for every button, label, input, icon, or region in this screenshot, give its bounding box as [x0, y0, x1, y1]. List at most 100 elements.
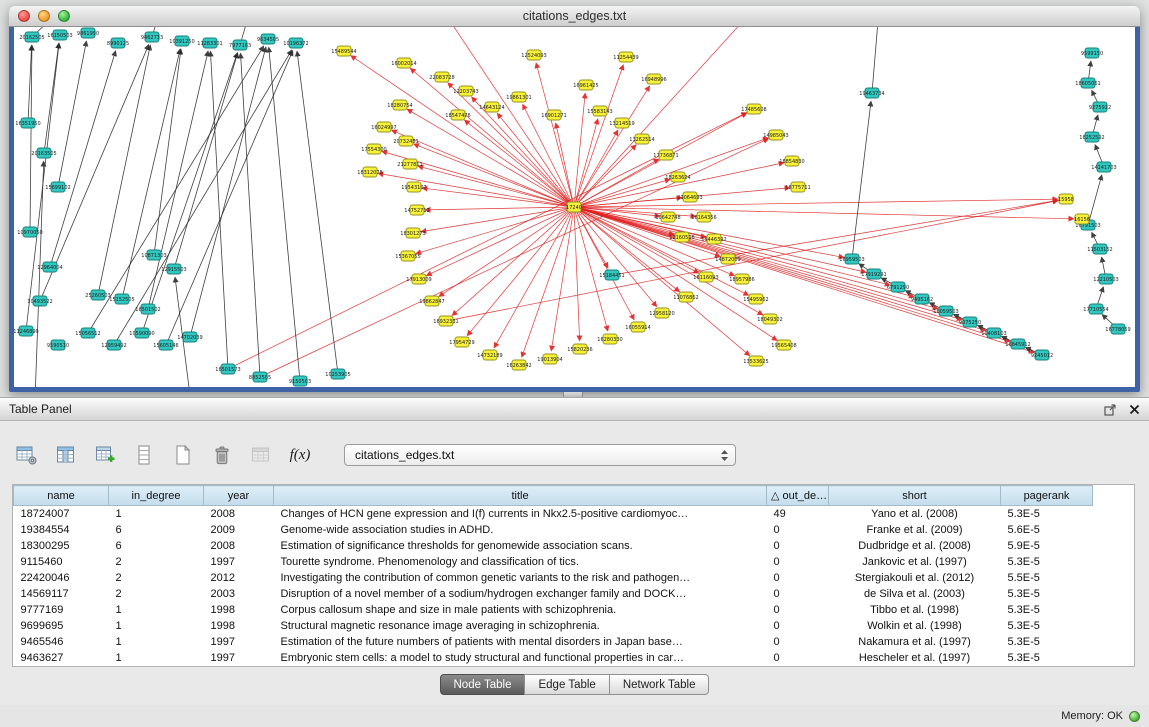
graph-node[interactable]: 16854830	[779, 156, 804, 166]
graph-node[interactable]: 9150503	[289, 376, 311, 386]
graph-node[interactable]: 16059503	[933, 306, 958, 316]
cell-out_degree[interactable]: 0	[767, 618, 829, 634]
graph-node[interactable]: 18547476	[445, 110, 470, 120]
cell-year[interactable]: 1998	[204, 602, 274, 618]
graph-node[interactable]: 12210503	[1093, 274, 1118, 284]
graph-node[interactable]: 9590510	[47, 340, 69, 350]
cell-out_degree[interactable]: 0	[767, 538, 829, 554]
cell-title[interactable]: Structural magnetic resonance image aver…	[274, 618, 767, 634]
graph-node[interactable]: 17913009	[406, 274, 431, 284]
graph-node[interactable]: 16164356	[691, 212, 716, 222]
table-row[interactable]: 1938455462009Genome-wide association stu…	[14, 522, 1093, 538]
function-builder-button[interactable]: f(x)	[287, 442, 313, 468]
graph-node[interactable]: 17485608	[741, 104, 766, 114]
graph-node[interactable]: 15184451	[599, 270, 624, 280]
cell-in_degree[interactable]: 1	[109, 602, 204, 618]
graph-node[interactable]: 13262514	[629, 134, 654, 144]
graph-node[interactable]: 16351950	[15, 118, 40, 128]
graph-node[interactable]: 11076862	[673, 292, 698, 302]
zoom-window-button[interactable]	[58, 10, 70, 22]
cell-short[interactable]: Nakamura et al. (1997)	[829, 634, 1001, 650]
row-details-button[interactable]	[131, 442, 157, 468]
graph-node[interactable]: 6791290	[887, 282, 909, 292]
cell-short[interactable]: Franke et al. (2009)	[829, 522, 1001, 538]
graph-node[interactable]: 16932331	[433, 316, 458, 326]
graph-node[interactable]: 16263842	[506, 360, 531, 370]
attribute-table[interactable]: namein_degreeyeartitle△ out_de…shortpage…	[12, 484, 1135, 667]
graph-node[interactable]: 14752712	[404, 205, 429, 215]
close-panel-icon[interactable]	[1129, 404, 1140, 415]
cell-out_degree[interactable]: 0	[767, 554, 829, 570]
graph-node[interactable]: 19565408	[771, 340, 796, 350]
graph-node[interactable]: 25260503	[85, 290, 110, 300]
cell-name[interactable]: 9465546	[14, 634, 109, 650]
cell-year[interactable]: 1998	[204, 618, 274, 634]
cell-name[interactable]: 18300295	[14, 538, 109, 554]
graph-node[interactable]: 14702039	[177, 332, 202, 342]
graph-node[interactable]: 16501573	[215, 364, 240, 374]
table-row[interactable]: 1872400712008Changes of HCN gene express…	[14, 506, 1093, 523]
graph-node[interactable]: 15605146	[153, 340, 178, 350]
graph-node[interactable]: 19013904	[537, 354, 562, 364]
table-row[interactable]: 911546021997Tourette syndrome. Phenomeno…	[14, 554, 1093, 570]
graph-node[interactable]: 12524093	[521, 50, 546, 60]
graph-node[interactable]: 21277811	[397, 159, 422, 169]
cell-name[interactable]: 19384554	[14, 522, 109, 538]
graph-node[interactable]: 9462733	[141, 32, 163, 42]
graph-node[interactable]: 17710554	[1083, 304, 1108, 314]
graph-node[interactable]: 18280754	[387, 100, 412, 110]
graph-node[interactable]: 12964004	[37, 262, 62, 272]
table-row[interactable]: 969969511998Structural magnetic resonanc…	[14, 618, 1093, 634]
cell-in_degree[interactable]: 1	[109, 634, 204, 650]
graph-node[interactable]: 11503152	[1087, 244, 1112, 254]
minimize-window-button[interactable]	[38, 10, 50, 22]
tab-node-table[interactable]: Node Table	[440, 674, 526, 695]
cell-out_degree[interactable]: 0	[767, 602, 829, 618]
graph-node[interactable]: 9599150	[1081, 48, 1103, 58]
cell-pagerank[interactable]: 5.3E-5	[1001, 650, 1093, 666]
cell-in_degree[interactable]: 6	[109, 522, 204, 538]
graph-node[interactable]: 16156	[1074, 214, 1090, 224]
graph-node[interactable]: 18775711	[785, 182, 810, 192]
graph-node[interactable]: 15699102	[45, 182, 70, 192]
cell-name[interactable]: 9115460	[14, 554, 109, 570]
cell-title[interactable]: Corpus callosum shape and size in male p…	[274, 602, 767, 618]
graph-node[interactable]: 10970050	[17, 227, 42, 237]
graph-node[interactable]: 18049302	[757, 314, 782, 324]
column-header-title[interactable]: title	[274, 486, 767, 506]
column-header-name[interactable]: name	[14, 486, 109, 506]
graph-node[interactable]: 16252592	[1079, 132, 1104, 142]
cell-title[interactable]: Investigating the contribution of common…	[274, 570, 767, 586]
graph-node[interactable]: 19543107	[401, 182, 426, 192]
cell-short[interactable]: Wolkin et al. (1998)	[829, 618, 1001, 634]
cell-pagerank[interactable]: 5.9E-5	[1001, 538, 1093, 554]
graph-node[interactable]: 16961425	[573, 80, 598, 90]
graph-node[interactable]: 17736871	[653, 150, 678, 160]
graph-node[interactable]: 11246890	[14, 326, 39, 336]
graph-node[interactable]: 11283301	[197, 38, 222, 48]
graph-node[interactable]: 13214519	[609, 118, 634, 128]
cell-pagerank[interactable]: 5.5E-5	[1001, 570, 1093, 586]
graph-node[interactable]: 14643124	[479, 102, 504, 112]
graph-node[interactable]: 10871303	[141, 250, 166, 260]
graph-node[interactable]: 16116093	[693, 272, 718, 282]
graph-node[interactable]: 18312078	[357, 167, 382, 177]
cell-short[interactable]: Dudbridge et al. (2008)	[829, 538, 1001, 554]
graph-node[interactable]: 18301273	[400, 228, 425, 238]
table-source-select[interactable]: citations_edges.txt	[344, 444, 736, 466]
cell-short[interactable]: de Silva et al. (2003)	[829, 586, 1001, 602]
cell-short[interactable]: Stergiakouli et al. (2012)	[829, 570, 1001, 586]
graph-node[interactable]: 16778059	[1105, 324, 1130, 334]
graph-node[interactable]: 22083728	[429, 72, 454, 82]
cell-pagerank[interactable]: 5.6E-5	[1001, 522, 1093, 538]
graph-node[interactable]: 9634505	[257, 34, 279, 44]
cell-in_degree[interactable]: 6	[109, 538, 204, 554]
graph-node[interactable]: 15583143	[587, 106, 612, 116]
cell-year[interactable]: 1997	[204, 634, 274, 650]
graph-node[interactable]: 10408103	[981, 328, 1006, 338]
graph-node[interactable]: 16002014	[391, 58, 416, 68]
graph-node[interactable]: 14985043	[763, 130, 788, 140]
graph-node[interactable]: 13533625	[743, 356, 768, 366]
graph-node[interactable]: 16501502	[135, 304, 160, 314]
cell-title[interactable]: Changes of HCN gene expression and I(f) …	[274, 506, 767, 523]
